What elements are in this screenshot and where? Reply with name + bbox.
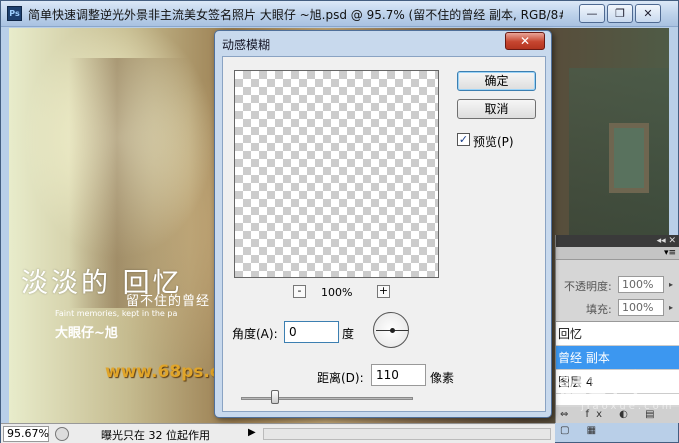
preview-checkbox-label[interactable]: 预览(P)	[473, 133, 514, 150]
angle-label: 角度(A):	[232, 327, 278, 341]
fill-row: 填充: 100% ▸	[556, 296, 679, 318]
site-watermark-sub: jiaoxue.com	[581, 401, 675, 412]
zoom-in-button[interactable]: +	[377, 285, 390, 298]
angle-dial-center	[390, 328, 395, 333]
opacity-field[interactable]: 100%	[618, 276, 664, 293]
artwork-tagline-text: Faint memories, kept in the pa	[55, 309, 178, 318]
cancel-button[interactable]: 取消	[457, 99, 536, 119]
photoshop-window: Ps 简单快速调整逆光外景非主流美女签名照片 大眼仔 ~旭.psd @ 95.7…	[0, 0, 679, 443]
opacity-row: 不透明度: 100% ▸	[556, 273, 679, 295]
layer-item[interactable]: 回忆	[556, 322, 679, 346]
distance-slider-track[interactable]	[241, 397, 413, 400]
building-window-shading	[609, 123, 649, 193]
dialog-close-button[interactable]: ✕	[505, 32, 545, 50]
opacity-dropdown-icon[interactable]: ▸	[664, 276, 678, 293]
fill-label: 填充:	[586, 303, 612, 316]
document-info-icon[interactable]	[55, 427, 69, 441]
title-bar[interactable]: Ps 简单快速调整逆光外景非主流美女签名照片 大眼仔 ~旭.psd @ 95.7…	[1, 1, 678, 27]
angle-unit-label: 度	[342, 327, 355, 341]
minimize-button[interactable]: —	[579, 4, 605, 23]
fill-dropdown-icon[interactable]: ▸	[664, 299, 678, 316]
panel-collapse-bar[interactable]: ◂◂ ✕	[556, 235, 679, 247]
angle-input[interactable]: 0	[284, 321, 339, 343]
restore-button[interactable]: ❐	[607, 4, 633, 23]
site-watermark: 逛站学	[556, 369, 652, 405]
motion-blur-dialog: 动感模糊 ✕ - 100% + 确定 取消 ✓ 预览(P) 角度(A): 0 度…	[214, 30, 552, 418]
status-info-text: 曝光只在 32 位起作用	[101, 429, 210, 442]
zoom-field[interactable]: 95.67%	[3, 426, 49, 442]
document-title: 简单快速调整逆光外景非主流美女签名照片 大眼仔 ~旭.psd @ 95.7% (…	[28, 8, 563, 22]
angle-dial[interactable]	[373, 312, 409, 348]
distance-label: 距离(D):	[317, 371, 364, 385]
distance-slider-thumb[interactable]	[271, 390, 280, 404]
status-menu-arrow-icon[interactable]: ▶	[248, 427, 256, 438]
dialog-title: 动感模糊	[222, 38, 271, 52]
blur-preview-area[interactable]	[234, 70, 439, 278]
fill-field[interactable]: 100%	[618, 299, 664, 316]
close-window-button[interactable]: ✕	[635, 4, 661, 23]
distance-unit-label: 像素	[430, 371, 455, 385]
opacity-label: 不透明度:	[564, 280, 612, 293]
status-bar: 95.67% 曝光只在 32 位起作用 ▶	[1, 423, 555, 443]
zoom-out-button[interactable]: -	[293, 285, 306, 298]
artwork-subtitle-text: 留不住的曾经	[126, 294, 211, 309]
dialog-body: - 100% + 确定 取消 ✓ 预览(P) 角度(A): 0 度 距离(D):…	[222, 56, 546, 412]
preview-zoom-percent: 100%	[321, 286, 353, 299]
ok-button[interactable]: 确定	[457, 71, 536, 91]
horizontal-scrollbar[interactable]	[263, 428, 551, 440]
preview-checkbox[interactable]: ✓	[457, 133, 470, 146]
panel-menu-icon[interactable]: ▾≡	[556, 247, 679, 260]
photoshop-app-icon: Ps	[7, 6, 22, 21]
artwork-author-text: 大眼仔~旭	[55, 326, 118, 341]
distance-input[interactable]: 110	[371, 364, 426, 386]
